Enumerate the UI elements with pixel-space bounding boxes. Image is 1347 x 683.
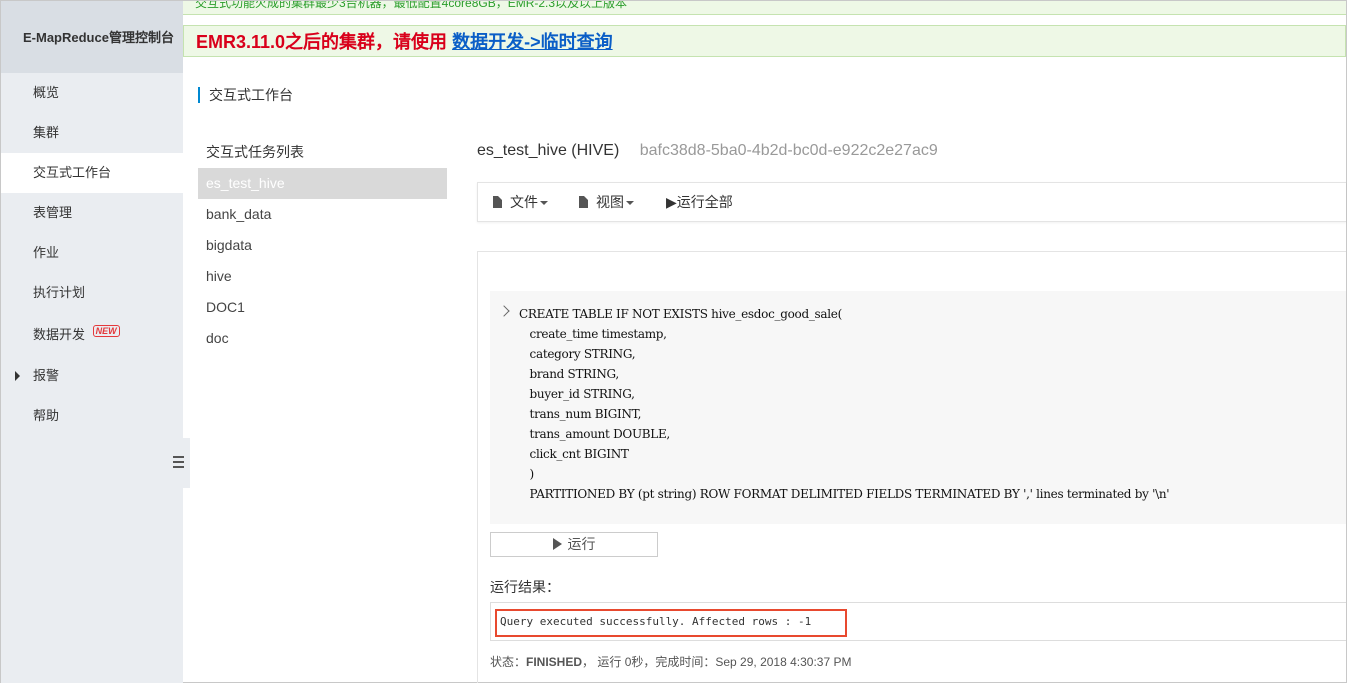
chevron-down-icon: [626, 201, 634, 205]
sidebar-item-label: 交互式工作台: [33, 165, 112, 180]
code-line: trans_amount DOUBLE,: [519, 427, 671, 441]
run-button[interactable]: 运行: [490, 532, 658, 557]
sidebar-item-alerts[interactable]: 报警: [1, 356, 183, 396]
emr-notice-text: EMR3.11.0之后的集群，请使用: [196, 32, 448, 52]
sidebar-item-overview[interactable]: 概览: [1, 73, 183, 113]
emr-notice-banner: EMR3.11.0之后的集群，请使用 数据开发->临时查询: [183, 25, 1346, 57]
task-list-item[interactable]: doc: [198, 323, 447, 354]
sidebar-item-label: 表管理: [33, 205, 73, 220]
sidebar-item-cluster[interactable]: 集群: [1, 113, 183, 153]
run-all-button[interactable]: ▶运行全部: [666, 183, 733, 221]
notebook-name: es_test_hive (HIVE): [477, 142, 620, 159]
sidebar: E-MapReduce管理控制台 概览 集群 交互式工作台 表管理 作业 执行计…: [1, 1, 183, 683]
notebook-id: bafc38d8-5ba0-4b2d-bc0d-e922c2e27ac9: [639, 142, 938, 159]
view-menu-label: 视图: [596, 194, 624, 210]
code-line: brand STRING,: [519, 367, 620, 381]
status-value: FINISHED: [526, 655, 583, 669]
file-menu-label: 文件: [510, 194, 538, 210]
status-line: 状态：FINISHED， 运行 0秒，完成时间：Sep 29, 2018 4:3…: [490, 653, 851, 670]
data-dev-temp-query-link[interactable]: 数据开发->临时查询: [452, 32, 613, 52]
play-icon: [552, 538, 562, 550]
sidebar-item-help[interactable]: 帮助: [1, 396, 183, 436]
task-list-item[interactable]: DOC1: [198, 292, 447, 323]
run-all-label: ▶运行全部: [666, 194, 733, 210]
notice-banner: 交互式功能火成的集群最少3台机器，最低配置4core8GB，EMR-2.3以及以…: [183, 1, 1346, 15]
sidebar-item-label: 执行计划: [33, 285, 86, 300]
code-line: trans_num BIGINT,: [519, 407, 642, 421]
result-label: 运行结果：: [490, 579, 560, 595]
file-menu-button[interactable]: 文件: [493, 183, 548, 221]
page-title: 交互式工作台: [198, 87, 293, 103]
code-line: buyer_id STRING,: [519, 387, 635, 401]
sidebar-item-data-development[interactable]: 数据开发 NEW: [1, 315, 183, 355]
view-menu-button[interactable]: 视图: [579, 183, 634, 221]
task-list-item[interactable]: bigdata: [198, 230, 447, 261]
new-badge: NEW: [92, 325, 120, 337]
sidebar-item-table-management[interactable]: 表管理: [1, 193, 183, 233]
sidebar-collapse-toggle[interactable]: [166, 438, 190, 488]
caret-right-icon: [15, 371, 20, 381]
result-text: Query executed successfully. Affected ro…: [500, 615, 812, 628]
console-title: E-MapReduce管理控制台: [1, 1, 183, 73]
status-detail: ， 运行 0秒，完成时间：Sep 29, 2018 4:30:37 PM: [582, 655, 852, 669]
task-list-title: 交互式任务列表: [206, 144, 304, 160]
view-icon: [579, 196, 588, 208]
notebook-title: es_test_hive (HIVE) bafc38d8-5ba0-4b2d-b…: [477, 142, 938, 160]
sidebar-item-interactive-workbench[interactable]: 交互式工作台: [1, 153, 183, 193]
sidebar-item-label: 帮助: [33, 408, 60, 423]
sidebar-item-jobs[interactable]: 作业: [1, 233, 183, 273]
code-line: create_time timestamp,: [519, 327, 667, 341]
sidebar-item-label: 报警: [33, 368, 60, 383]
code-line: click_cnt BIGINT: [519, 447, 629, 461]
sidebar-item-label: 数据开发: [33, 327, 86, 342]
menu-icon: [173, 456, 184, 471]
task-list-item[interactable]: hive: [198, 261, 447, 292]
sidebar-item-label: 作业: [33, 245, 60, 260]
code-line: category STRING,: [519, 347, 636, 361]
task-list-item[interactable]: bank_data: [198, 199, 447, 230]
run-button-label: 运行: [567, 536, 596, 552]
code-line: PARTITIONED BY (pt string) ROW FORMAT DE…: [519, 487, 1170, 501]
code-line: ): [519, 467, 535, 481]
chevron-down-icon: [540, 201, 548, 205]
code-line: CREATE TABLE IF NOT EXISTS hive_esdoc_go…: [519, 307, 842, 321]
sidebar-item-execution-plan[interactable]: 执行计划: [1, 273, 183, 313]
sidebar-item-label: 概览: [33, 85, 60, 100]
status-prefix: 状态：: [490, 655, 527, 669]
notice-text: 交互式功能火成的集群最少3台机器，最低配置4core8GB，EMR-2.3以及以…: [195, 1, 628, 10]
sidebar-item-label: 集群: [33, 125, 60, 140]
notebook-toolbar: 文件 视图 ▶运行全部: [477, 182, 1346, 222]
file-icon: [493, 196, 502, 208]
task-list-item[interactable]: es_test_hive: [198, 168, 447, 199]
